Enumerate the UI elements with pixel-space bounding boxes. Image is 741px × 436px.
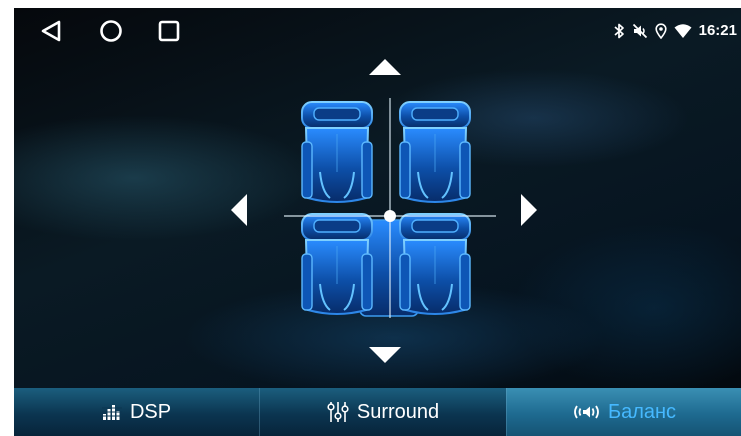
tab-balance-label: Баланс — [607, 400, 677, 423]
clock: 16:21 — [698, 22, 737, 39]
back-icon — [41, 20, 61, 42]
balance-down-button[interactable] — [368, 346, 402, 369]
tab-dsp[interactable]: DSP — [14, 388, 259, 436]
balance-right-button[interactable] — [520, 193, 538, 232]
home-button[interactable] — [98, 18, 124, 44]
arrow-up-icon — [369, 59, 401, 75]
equalizer-icon — [101, 403, 122, 421]
balance-up-button[interactable] — [368, 58, 402, 81]
arrow-left-icon — [231, 194, 247, 226]
status-bar: 16:21 — [14, 8, 741, 52]
status-icons: 16:21 — [613, 22, 737, 40]
balance-point[interactable] — [384, 210, 396, 222]
car-seat-icon — [284, 98, 496, 318]
tab-bar: DSP Surround Баланс — [14, 388, 741, 436]
balance-screen: 16:21 DSP Surround Баланс — [14, 8, 741, 436]
tab-balance[interactable]: Баланс — [506, 388, 741, 436]
recents-button[interactable] — [156, 18, 182, 44]
speaker-icon — [572, 403, 600, 421]
home-icon — [100, 20, 122, 42]
recents-icon — [158, 20, 180, 42]
arrow-down-icon — [369, 347, 401, 363]
wifi-icon — [674, 24, 692, 38]
location-icon — [655, 23, 667, 39]
sliders-icon — [327, 401, 349, 423]
balance-left-button[interactable] — [230, 193, 248, 232]
mute-icon — [632, 23, 647, 39]
balance-field[interactable] — [284, 98, 496, 318]
tab-surround-label: Surround — [356, 400, 440, 423]
arrow-right-icon — [521, 194, 537, 226]
tab-surround[interactable]: Surround — [259, 388, 506, 436]
bluetooth-icon — [614, 23, 624, 39]
tab-dsp-label: DSP — [129, 400, 172, 423]
back-button[interactable] — [38, 18, 64, 44]
